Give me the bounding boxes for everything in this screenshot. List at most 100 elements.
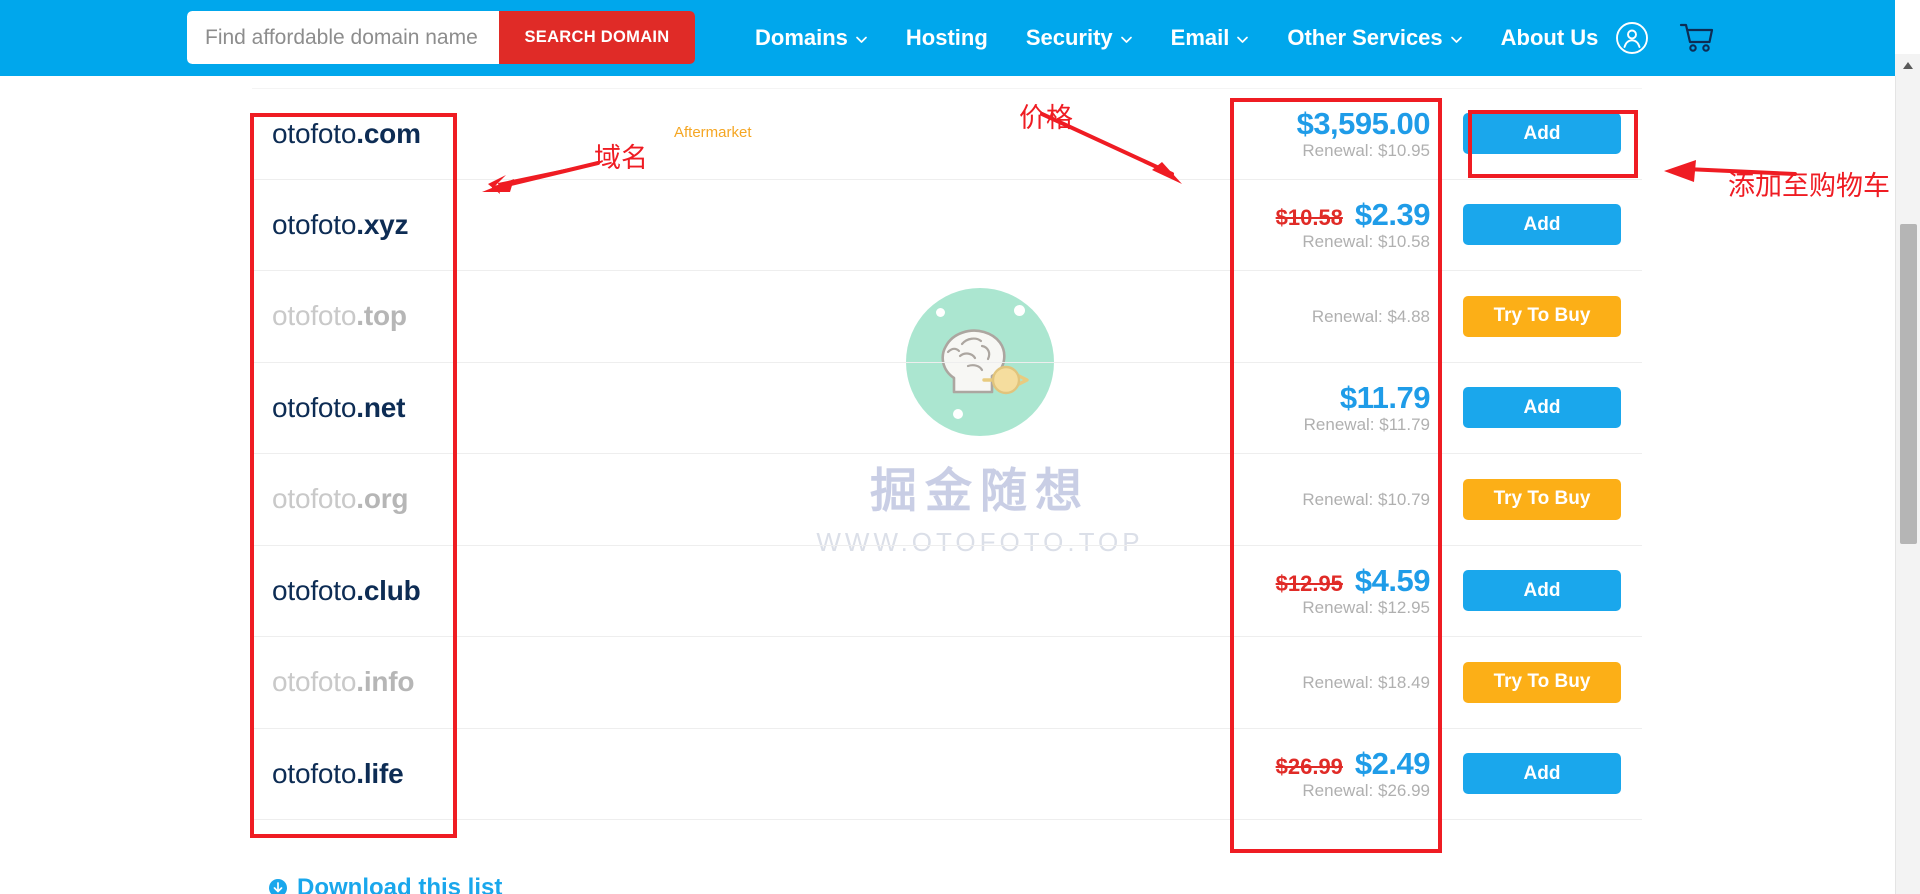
- price-renewal: Renewal: $10.95: [1302, 140, 1430, 160]
- price-renewal: Renewal: $10.58: [1302, 231, 1430, 251]
- domain-tld: .club: [356, 574, 421, 606]
- nav-item-security[interactable]: Security: [1026, 25, 1133, 51]
- price-renewal: Renewal: $12.95: [1302, 597, 1430, 617]
- chevron-down-icon: [1236, 33, 1249, 46]
- nav-label: Domains: [755, 25, 848, 50]
- scroll-up-arrow[interactable]: [1895, 54, 1920, 76]
- price-current: $4.59: [1354, 563, 1431, 599]
- add-to-cart-button[interactable]: Add: [1463, 204, 1621, 246]
- domain-sld: otofoto: [272, 117, 357, 149]
- domain-name: otofoto.info: [272, 666, 792, 698]
- chevron-down-icon: [1120, 33, 1133, 46]
- domain-name-cell: otofoto.org: [252, 483, 792, 515]
- nav-item-email[interactable]: Email: [1171, 25, 1250, 51]
- nav-label: Email: [1170, 25, 1230, 50]
- download-list-link[interactable]: Download this list: [268, 874, 502, 894]
- add-to-cart-button[interactable]: Add: [1463, 113, 1621, 155]
- domain-name-cell: otofoto.life: [252, 758, 792, 790]
- price-cell: Renewal: $4.88: [1192, 307, 1442, 326]
- domain-name: otofoto.xyz: [272, 209, 792, 241]
- site-header: SEARCH DOMAIN Domains Hosting Security E…: [0, 0, 1895, 76]
- domain-results-table: otofoto.com Aftermarket $3,595.00 Renewal: …: [252, 88, 1642, 820]
- price-cell: Renewal: $10.79: [1192, 490, 1442, 509]
- nav-label: Hosting: [905, 25, 988, 50]
- account-icon[interactable]: [1615, 21, 1649, 55]
- domain-tld: .info: [356, 666, 415, 698]
- price-current: $3,595.00: [1296, 106, 1431, 142]
- action-cell: Try To Buy: [1442, 661, 1642, 703]
- domain-name: otofoto.club: [272, 575, 792, 607]
- domain-name-cell: otofoto.net: [252, 392, 792, 424]
- nav-item-domains[interactable]: Domains: [755, 25, 868, 51]
- price-line: $10.58 $2.39: [1192, 198, 1431, 232]
- add-to-cart-button[interactable]: Add: [1463, 387, 1621, 429]
- scrollbar-thumb[interactable]: [1900, 224, 1917, 544]
- price-renewal: Renewal: $4.88: [1311, 306, 1430, 326]
- action-cell: Add: [1442, 387, 1642, 429]
- domain-name-cell: otofoto.xyz: [252, 209, 792, 241]
- price-original: $12.95: [1275, 571, 1343, 597]
- annotation-arrow-cart: [1664, 160, 1797, 182]
- domain-name-cell: otofoto.top: [252, 300, 792, 332]
- domain-sld: otofoto: [272, 391, 357, 423]
- annotation-label-cart: 添加至购物车: [1728, 171, 1890, 202]
- price-original: $26.99: [1275, 754, 1343, 780]
- price-renewal: Renewal: $11.79: [1303, 414, 1430, 434]
- page-root: SEARCH DOMAIN Domains Hosting Security E…: [0, 0, 1920, 894]
- price-cell: Renewal: $18.49: [1192, 673, 1442, 692]
- price-current: $2.49: [1354, 746, 1431, 782]
- price-line: $12.95 $4.59: [1192, 563, 1431, 599]
- nav-item-other-services[interactable]: Other Services: [1287, 25, 1462, 51]
- domain-name-cell: otofoto.info: [252, 666, 792, 698]
- header-icon-group: [1615, 0, 1715, 76]
- chevron-down-icon: [1450, 33, 1463, 46]
- table-row: otofoto.net $11.79 Renewal: $11.79 Add: [252, 363, 1642, 454]
- add-to-cart-button[interactable]: Add: [1463, 753, 1621, 795]
- domain-sld: otofoto: [272, 666, 357, 698]
- domain-tld: .net: [356, 391, 406, 423]
- nav-item-about-us[interactable]: About Us: [1501, 25, 1599, 51]
- price-line: $11.79: [1192, 381, 1431, 415]
- search-input[interactable]: [187, 11, 499, 64]
- domain-name: otofoto.net: [272, 392, 792, 424]
- domain-name-cell: otofoto.com Aftermarket: [252, 118, 792, 150]
- price-renewal: Renewal: $26.99: [1302, 780, 1430, 800]
- add-to-cart-button[interactable]: Add: [1463, 570, 1621, 612]
- try-to-buy-button[interactable]: Try To Buy: [1463, 478, 1621, 520]
- domain-name: otofoto.org: [272, 483, 792, 515]
- table-row: otofoto.life $26.99 $2.49 Renewal: $26.99 Ad…: [252, 729, 1642, 820]
- domain-sld: otofoto: [272, 483, 357, 515]
- action-cell: Add: [1442, 204, 1642, 246]
- domain-sld: otofoto: [272, 300, 357, 332]
- action-cell: Add: [1442, 113, 1642, 155]
- table-row: otofoto.top Renewal: $4.88 Try To Buy: [252, 271, 1642, 363]
- domain-tld: .xyz: [356, 208, 409, 240]
- page-scrollbar[interactable]: [1895, 54, 1920, 894]
- download-list-label: Download this list: [297, 874, 503, 894]
- cart-icon[interactable]: [1679, 22, 1715, 54]
- price-cell: $12.95 $4.59 Renewal: $12.95: [1192, 563, 1442, 617]
- try-to-buy-button[interactable]: Try To Buy: [1463, 661, 1621, 703]
- chevron-down-icon: [855, 33, 868, 46]
- domain-name: otofoto.top: [272, 300, 792, 332]
- table-row: otofoto.org Renewal: $10.79 Try To Buy: [252, 454, 1642, 546]
- nav-item-hosting[interactable]: Hosting: [906, 25, 988, 51]
- table-row: otofoto.com Aftermarket $3,595.00 Renewal: …: [252, 88, 1642, 180]
- price-cell: $10.58 $2.39 Renewal: $10.58: [1192, 198, 1442, 251]
- search-domain-button[interactable]: SEARCH DOMAIN: [499, 11, 695, 64]
- price-cell: $3,595.00 Renewal: $10.95: [1192, 106, 1442, 160]
- table-row: otofoto.info Renewal: $18.49 Try To Buy: [252, 637, 1642, 729]
- price-line: $3,595.00: [1192, 106, 1431, 142]
- main-navigation: Domains Hosting Security Email Other Ser…: [755, 0, 1636, 76]
- try-to-buy-button[interactable]: Try To Buy: [1463, 295, 1621, 337]
- action-cell: Add: [1442, 753, 1642, 795]
- action-cell: Add: [1442, 570, 1642, 612]
- aftermarket-badge: Aftermarket: [674, 123, 752, 141]
- table-row: otofoto.xyz $10.58 $2.39 Renewal: $10.58 Add: [252, 180, 1642, 271]
- download-icon: [269, 879, 287, 894]
- domain-sld: otofoto: [272, 208, 357, 240]
- price-original: $10.58: [1275, 205, 1343, 231]
- price-cell: $11.79 Renewal: $11.79: [1192, 381, 1442, 434]
- nav-label: Other Services: [1287, 25, 1443, 50]
- price-renewal: Renewal: $18.49: [1302, 672, 1430, 692]
